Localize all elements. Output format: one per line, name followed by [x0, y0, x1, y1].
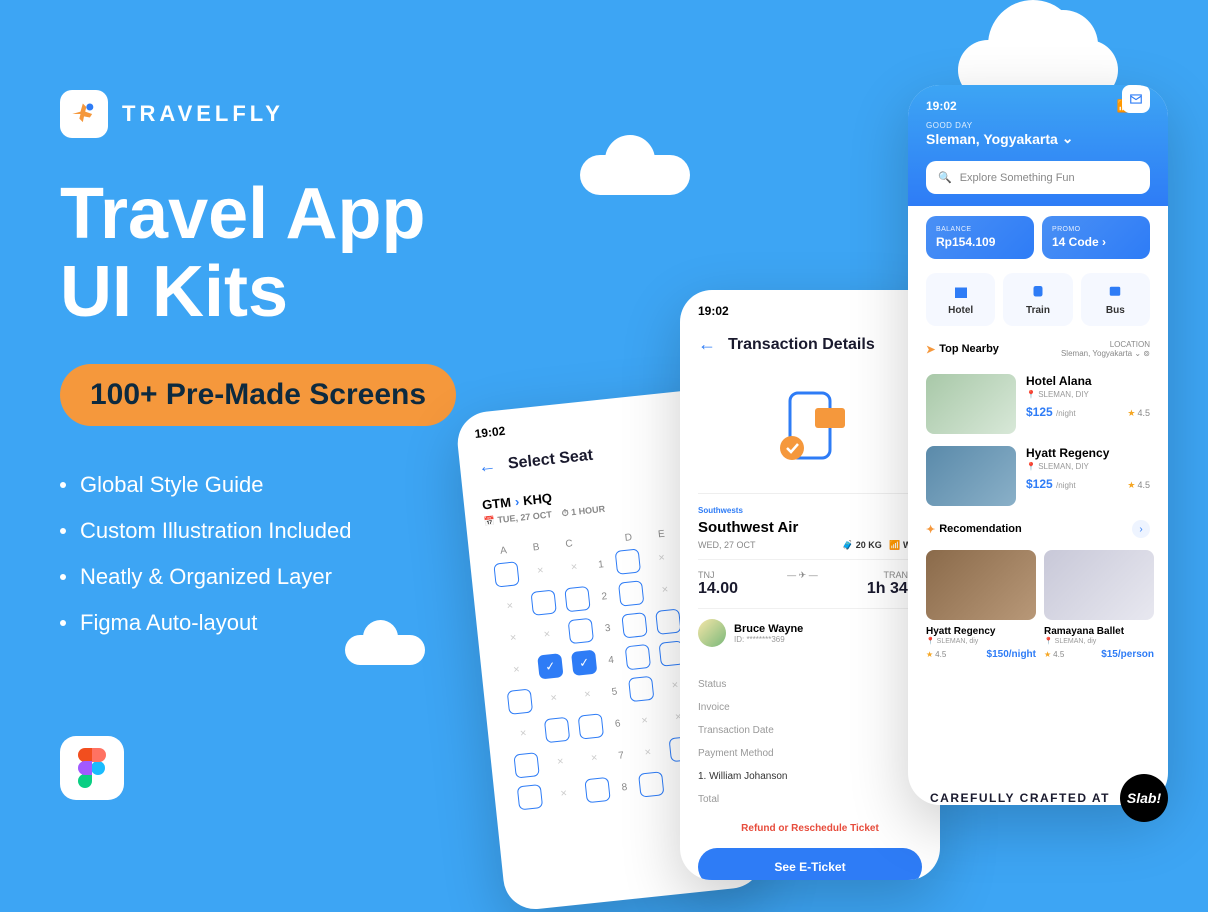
- status-time: 19:02: [698, 304, 729, 318]
- feature-item: Figma Auto-layout: [60, 600, 456, 646]
- feature-list: Global Style Guide Custom Illustration I…: [60, 462, 456, 646]
- seat-na: ×: [527, 558, 553, 584]
- hotel-image: [926, 374, 1016, 434]
- cloud-decoration: [580, 155, 690, 195]
- promo-card[interactable]: PROMO 14 Code ›: [1042, 216, 1150, 259]
- mail-icon[interactable]: [1122, 85, 1150, 113]
- feature-item: Global Style Guide: [60, 462, 456, 508]
- search-icon: 🔍: [938, 171, 952, 184]
- brand-logo: [60, 90, 108, 138]
- detail-rows: Status Invoice Transaction Date Payment …: [680, 669, 940, 815]
- seat-selected[interactable]: ✓: [537, 653, 563, 679]
- greeting-label: GOOD DAY: [926, 121, 1150, 130]
- location-filter[interactable]: LOCATIONSleman, Yogyakarta ⌄ ⊚: [1061, 340, 1150, 358]
- screen-title: Select Seat: [507, 446, 594, 473]
- slab-badge: Slab!: [1120, 774, 1168, 822]
- hotel-image: [926, 446, 1016, 506]
- feature-item: Neatly & Organized Layer: [60, 554, 456, 600]
- airline-tag: Southwests: [698, 506, 922, 515]
- location-selector[interactable]: Sleman, Yogyakarta ⌄: [926, 130, 1150, 147]
- balance-card[interactable]: BALANCE Rp154.109: [926, 216, 1034, 259]
- back-icon[interactable]: ←: [477, 455, 497, 478]
- category-train[interactable]: Train: [1003, 273, 1072, 326]
- back-icon[interactable]: ←: [698, 334, 716, 355]
- feature-item: Custom Illustration Included: [60, 508, 456, 554]
- feature-pill: 100+ Pre-Made Screens: [60, 364, 456, 426]
- figma-badge: [60, 736, 124, 800]
- search-input[interactable]: 🔍 Explore Something Fun: [926, 161, 1150, 194]
- passenger-row: Bruce WayneID: ********369: [698, 608, 922, 657]
- section-recommendation: ✦ Recomendation: [926, 523, 1022, 536]
- see-eticket-button[interactable]: See E-Ticket: [698, 848, 922, 880]
- transaction-illustration: [680, 363, 940, 493]
- rec-card[interactable]: Hyatt Regency 📍 SLEMAN, diy 4.5$150/nigh…: [926, 550, 1036, 660]
- status-time: 19:02: [926, 99, 957, 113]
- section-top-nearby: ➤ Top Nearby: [926, 343, 999, 356]
- hotel-card[interactable]: Hyatt Regency 📍 SLEMAN, DIY $125 /night4…: [908, 440, 1168, 512]
- screen-title: Transaction Details: [728, 336, 875, 354]
- airline-name: Southwest Air: [698, 519, 922, 536]
- category-bus[interactable]: Bus: [1081, 273, 1150, 326]
- chevron-down-icon: ⌄: [1062, 130, 1074, 147]
- flight-time: TNJ14.00 — ✈ — TRANSIT1h 34m: [698, 559, 922, 608]
- phone-transaction: 19:02 ← Transaction Details Southwests S…: [680, 290, 940, 880]
- rec-card[interactable]: Ramayana Ballet 📍 SLEMAN, diy 4.5$15/per…: [1044, 550, 1154, 660]
- seat[interactable]: [493, 561, 519, 587]
- category-hotel[interactable]: Hotel: [926, 273, 995, 326]
- refund-link[interactable]: Refund or Reschedule Ticket: [680, 815, 940, 842]
- rec-image: [1044, 550, 1154, 620]
- footer-text: CAREFULLY CRAFTED AT: [930, 791, 1110, 805]
- brand-name: TRAVELFLY: [122, 101, 284, 127]
- headline: Travel AppUI Kits: [60, 176, 456, 332]
- flight-meta: WED, 27 OCT 🧳 20 KG 📶 WIFI: [698, 540, 922, 551]
- phone-home: 19:02📶 🔋 GOOD DAY Sleman, Yogyakarta ⌄ 🔍…: [908, 85, 1168, 805]
- hotel-card[interactable]: Hotel Alana 📍 SLEMAN, DIY $125 /night4.5: [908, 368, 1168, 440]
- rec-image: [926, 550, 1036, 620]
- avatar: [698, 619, 726, 647]
- chevron-right-icon[interactable]: ›: [1132, 520, 1150, 538]
- status-time: 19:02: [474, 424, 506, 441]
